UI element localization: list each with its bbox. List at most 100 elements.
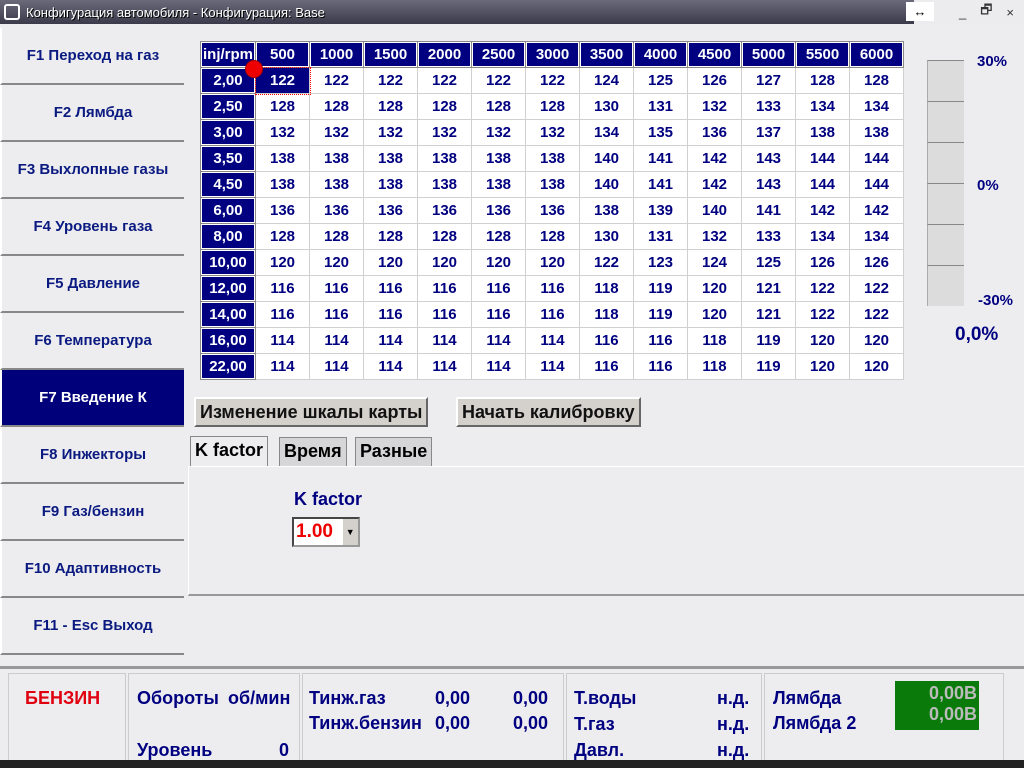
map-cell[interactable]: 134 (849, 93, 904, 120)
map-cell[interactable]: 116 (417, 301, 472, 328)
map-cell[interactable]: 128 (417, 93, 472, 120)
map-cell[interactable]: 139 (633, 197, 688, 224)
sidebar-item-f7[interactable]: F7 Введение К (0, 370, 184, 427)
map-cell[interactable]: 134 (795, 223, 850, 250)
map-cell[interactable]: 143 (741, 171, 796, 198)
map-cell[interactable]: 121 (741, 275, 796, 302)
map-cell[interactable]: 138 (255, 171, 310, 198)
map-cell[interactable]: 122 (363, 67, 418, 94)
map-cell[interactable]: 132 (471, 119, 526, 146)
map-cell[interactable]: 116 (309, 275, 364, 302)
map-cell[interactable]: 142 (795, 197, 850, 224)
map-cell[interactable]: 120 (309, 249, 364, 276)
map-cell[interactable]: 131 (633, 93, 688, 120)
sidebar-item-f4[interactable]: F4 Уровень газа (0, 199, 184, 256)
map-cell[interactable]: 120 (849, 353, 904, 380)
map-cell[interactable]: 136 (417, 197, 472, 224)
map-cell[interactable]: 116 (525, 275, 580, 302)
map-cell[interactable]: 136 (309, 197, 364, 224)
map-cell[interactable]: 125 (741, 249, 796, 276)
sidebar-item-f8[interactable]: F8 Инжекторы (0, 427, 184, 484)
map-cell[interactable]: 114 (255, 353, 310, 380)
map-cell[interactable]: 114 (525, 353, 580, 380)
map-cell[interactable]: 116 (363, 301, 418, 328)
map-cell[interactable]: 136 (471, 197, 526, 224)
map-cell[interactable]: 144 (795, 145, 850, 172)
map-cell[interactable]: 114 (309, 327, 364, 354)
map-cell[interactable]: 132 (363, 119, 418, 146)
k-factor-select[interactable]: 1.00 ▼ (292, 517, 360, 547)
map-cell[interactable]: 114 (363, 327, 418, 354)
map-cell[interactable]: 126 (849, 249, 904, 276)
map-cell[interactable]: 132 (687, 223, 742, 250)
map-cell[interactable]: 125 (633, 67, 688, 94)
map-cell[interactable]: 116 (579, 353, 634, 380)
map-cell[interactable]: 138 (309, 145, 364, 172)
map-cell[interactable]: 140 (687, 197, 742, 224)
map-cell[interactable]: 144 (795, 171, 850, 198)
map-cell[interactable]: 123 (633, 249, 688, 276)
map-cell[interactable]: 118 (579, 301, 634, 328)
map-cell[interactable]: 122 (254, 66, 311, 95)
map-cell[interactable]: 138 (849, 119, 904, 146)
map-cell[interactable]: 114 (417, 353, 472, 380)
tab-k-factor[interactable]: K factor (190, 436, 269, 467)
map-cell[interactable]: 114 (471, 353, 526, 380)
map-cell[interactable]: 138 (471, 145, 526, 172)
map-cell[interactable]: 128 (255, 223, 310, 250)
sidebar-item-f11[interactable]: F11 - Esc Выход (0, 598, 184, 655)
map-cell[interactable]: 142 (849, 197, 904, 224)
map-cell[interactable]: 116 (471, 301, 526, 328)
map-cell[interactable]: 132 (525, 119, 580, 146)
map-cell[interactable]: 116 (471, 275, 526, 302)
map-cell[interactable]: 138 (363, 171, 418, 198)
map-cell[interactable]: 116 (633, 327, 688, 354)
map-cell[interactable]: 116 (633, 353, 688, 380)
minimize-button[interactable]: _ (959, 5, 966, 20)
map-cell[interactable]: 128 (525, 93, 580, 120)
map-cell[interactable]: 114 (417, 327, 472, 354)
map-cell[interactable]: 122 (849, 275, 904, 302)
sidebar-item-f2[interactable]: F2 Лямбда (0, 85, 184, 142)
map-cell[interactable]: 128 (363, 223, 418, 250)
start-calibration-button[interactable]: Начать калибровку (456, 397, 641, 427)
map-cell[interactable]: 144 (849, 145, 904, 172)
map-cell[interactable]: 122 (471, 67, 526, 94)
sidebar-item-f3[interactable]: F3 Выхлопные газы (0, 142, 184, 199)
map-cell[interactable]: 114 (471, 327, 526, 354)
map-cell[interactable]: 138 (363, 145, 418, 172)
map-cell[interactable]: 121 (741, 301, 796, 328)
map-cell[interactable]: 128 (417, 223, 472, 250)
map-cell[interactable]: 114 (525, 327, 580, 354)
map-cell[interactable]: 120 (687, 301, 742, 328)
map-cell[interactable]: 120 (471, 249, 526, 276)
map-cell[interactable]: 122 (579, 249, 634, 276)
map-cell[interactable]: 132 (687, 93, 742, 120)
map-cell[interactable]: 138 (417, 171, 472, 198)
map-cell[interactable]: 122 (417, 67, 472, 94)
sidebar-item-f6[interactable]: F6 Температура (0, 313, 184, 370)
map-cell[interactable]: 128 (795, 67, 850, 94)
sidebar-item-f1[interactable]: F1 Переход на газ (0, 28, 184, 85)
tab-time[interactable]: Время (279, 437, 347, 467)
map-cell[interactable]: 120 (255, 249, 310, 276)
map-cell[interactable]: 140 (579, 171, 634, 198)
map-cell[interactable]: 116 (525, 301, 580, 328)
map-cell[interactable]: 128 (363, 93, 418, 120)
map-cell[interactable]: 134 (579, 119, 634, 146)
map-cell[interactable]: 124 (579, 67, 634, 94)
map-cell[interactable]: 122 (309, 67, 364, 94)
map-cell[interactable]: 120 (795, 353, 850, 380)
map-cell[interactable]: 138 (795, 119, 850, 146)
map-cell[interactable]: 122 (849, 301, 904, 328)
restore-button[interactable]: 🗗 (980, 1, 992, 23)
map-cell[interactable]: 136 (363, 197, 418, 224)
map-cell[interactable]: 128 (471, 93, 526, 120)
map-cell[interactable]: 138 (417, 145, 472, 172)
map-cell[interactable]: 144 (849, 171, 904, 198)
map-cell[interactable]: 116 (255, 275, 310, 302)
map-cell[interactable]: 138 (525, 171, 580, 198)
map-cell[interactable]: 128 (849, 67, 904, 94)
map-cell[interactable]: 114 (309, 353, 364, 380)
map-cell[interactable]: 120 (687, 275, 742, 302)
